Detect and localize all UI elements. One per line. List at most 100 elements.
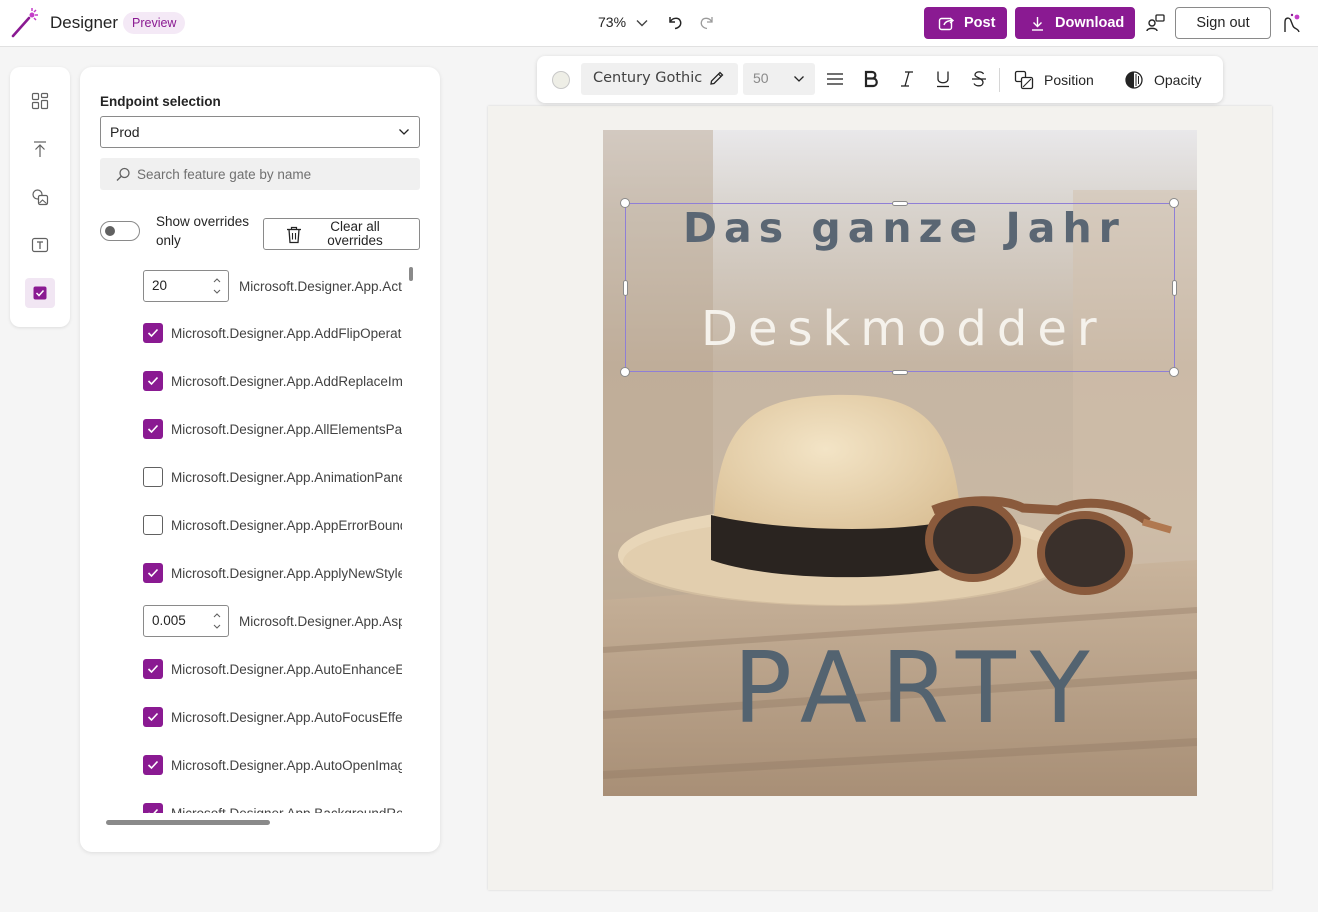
sign-out-button[interactable]: Sign out — [1175, 7, 1271, 39]
feature-gate-panel: Endpoint selection Prod Show overrides o… — [80, 67, 440, 852]
underline-button[interactable] — [933, 69, 953, 89]
gate-checkbox[interactable] — [143, 803, 163, 813]
font-picker[interactable]: Century Gothic — [581, 63, 738, 95]
text-color-swatch[interactable] — [552, 71, 570, 89]
rail-media[interactable] — [25, 182, 55, 212]
resize-handle-top-left[interactable] — [620, 198, 630, 208]
feature-gate-row: Microsoft.Designer.App.BackgroundRe — [143, 797, 402, 813]
position-label: Position — [1044, 72, 1094, 88]
search-input[interactable] — [137, 158, 417, 190]
download-icon — [1032, 16, 1043, 31]
party-text[interactable]: PARTY — [733, 632, 1104, 746]
resize-handle-bottom[interactable] — [892, 370, 908, 375]
undo-icon[interactable] — [666, 13, 684, 31]
rail-upload[interactable] — [25, 134, 55, 164]
chevron-down-icon — [399, 129, 409, 135]
download-label: Download — [1055, 15, 1125, 31]
feature-gate-row: Microsoft.Designer.App.AutoFocusEffe — [143, 701, 402, 733]
selection-frame[interactable] — [625, 203, 1175, 372]
clear-overrides-label: Clear all overrides — [327, 219, 383, 248]
vertical-scrollbar[interactable] — [409, 267, 413, 281]
toolbar-divider — [999, 68, 1000, 92]
chevron-down-icon[interactable] — [636, 17, 648, 29]
feature-gate-row: Microsoft.Designer.App.ApplyNewStyle — [143, 557, 402, 589]
position-icon — [1014, 70, 1034, 90]
checkmark-icon — [147, 664, 159, 674]
gate-checkbox[interactable] — [143, 659, 163, 679]
search-icon — [116, 167, 130, 182]
stepper-arrows-icon[interactable] — [212, 610, 222, 632]
resize-handle-bottom-right[interactable] — [1169, 367, 1179, 377]
gate-checkbox[interactable] — [143, 755, 163, 775]
trash-icon — [287, 226, 301, 244]
clear-overrides-button[interactable]: Clear all overrides — [263, 218, 420, 250]
opacity-button[interactable]: Opacity — [1124, 68, 1201, 92]
strikethrough-button[interactable] — [969, 69, 989, 89]
toggle-knob — [105, 226, 115, 236]
checkmark-icon — [147, 424, 159, 434]
zoom-level[interactable]: 73% — [598, 14, 626, 30]
gate-name: Microsoft.Designer.App.Asp — [239, 613, 402, 629]
gate-number-input[interactable]: 0.005 — [143, 605, 229, 637]
bold-button[interactable] — [861, 69, 881, 89]
feature-gate-row: Microsoft.Designer.App.AllElementsPar — [143, 413, 402, 445]
feature-gate-row: Microsoft.Designer.App.AddReplaceIma — [143, 365, 402, 397]
position-button[interactable]: Position — [1014, 68, 1094, 92]
stepper-arrows-icon[interactable] — [212, 275, 222, 297]
gate-checkbox[interactable] — [143, 323, 163, 343]
rail-feature-flags[interactable] — [25, 278, 55, 308]
download-button[interactable]: Download — [1015, 7, 1135, 39]
gate-checkbox[interactable] — [143, 371, 163, 391]
italic-icon — [901, 71, 913, 87]
strikethrough-icon — [972, 71, 986, 87]
gate-checkbox[interactable] — [143, 467, 163, 487]
opacity-icon — [1125, 71, 1143, 89]
resize-handle-top[interactable] — [892, 201, 908, 206]
gate-name: Microsoft.Designer.App.AutoOpenImag — [171, 757, 402, 773]
font-size-value: 50 — [753, 70, 769, 86]
align-icon — [827, 73, 843, 85]
gate-number-value: 20 — [152, 278, 168, 293]
gate-name: Microsoft.Designer.App.AnimationPane — [171, 469, 402, 485]
gate-checkbox[interactable] — [143, 563, 163, 583]
preview-badge: Preview — [123, 12, 186, 34]
horizontal-scrollbar[interactable] — [106, 820, 270, 825]
rail-text[interactable] — [25, 230, 55, 260]
feature-gate-row: 0.005 Microsoft.Designer.App.Asp — [143, 605, 402, 637]
share-icon — [938, 16, 955, 30]
top-bar: Designer Preview 73% Post Download Sign … — [0, 0, 1318, 47]
gate-name: Microsoft.Designer.App.AutoEnhanceEf — [171, 661, 402, 677]
checkmark-icon — [147, 760, 159, 770]
endpoint-dropdown[interactable]: Prod — [100, 116, 420, 148]
toggle-label: Show overrides only — [156, 214, 250, 248]
chevron-down-icon — [794, 76, 804, 82]
italic-button[interactable] — [897, 69, 917, 89]
underline-icon — [937, 71, 949, 88]
align-button[interactable] — [825, 69, 845, 89]
resize-handle-left[interactable] — [623, 280, 628, 296]
post-button[interactable]: Post — [924, 7, 1007, 39]
font-size-picker[interactable]: 50 — [743, 63, 815, 95]
gate-number-input[interactable]: 20 — [143, 270, 229, 302]
gate-checkbox[interactable] — [143, 707, 163, 727]
resize-handle-right[interactable] — [1172, 280, 1177, 296]
resize-handle-top-right[interactable] — [1169, 198, 1179, 208]
checkmark-icon — [147, 376, 159, 386]
gate-checkbox[interactable] — [143, 515, 163, 535]
checkmark-icon — [147, 328, 159, 338]
feature-gate-search — [100, 158, 420, 190]
account-icon[interactable] — [1281, 12, 1303, 34]
gate-name: Microsoft.Designer.App.ApplyNewStyle — [171, 565, 402, 581]
bold-icon — [864, 70, 878, 88]
resize-handle-bottom-left[interactable] — [620, 367, 630, 377]
redo-icon[interactable] — [698, 13, 716, 31]
rail-templates[interactable] — [25, 86, 55, 116]
collaborate-icon[interactable] — [1145, 13, 1165, 33]
checkmark-icon — [148, 808, 159, 813]
font-name: Century Gothic — [593, 70, 703, 86]
app-title: Designer — [50, 13, 119, 32]
gate-checkbox[interactable] — [143, 419, 163, 439]
upload-icon — [34, 141, 46, 157]
designer-logo-icon[interactable] — [11, 8, 39, 38]
overrides-toggle[interactable] — [100, 221, 140, 241]
